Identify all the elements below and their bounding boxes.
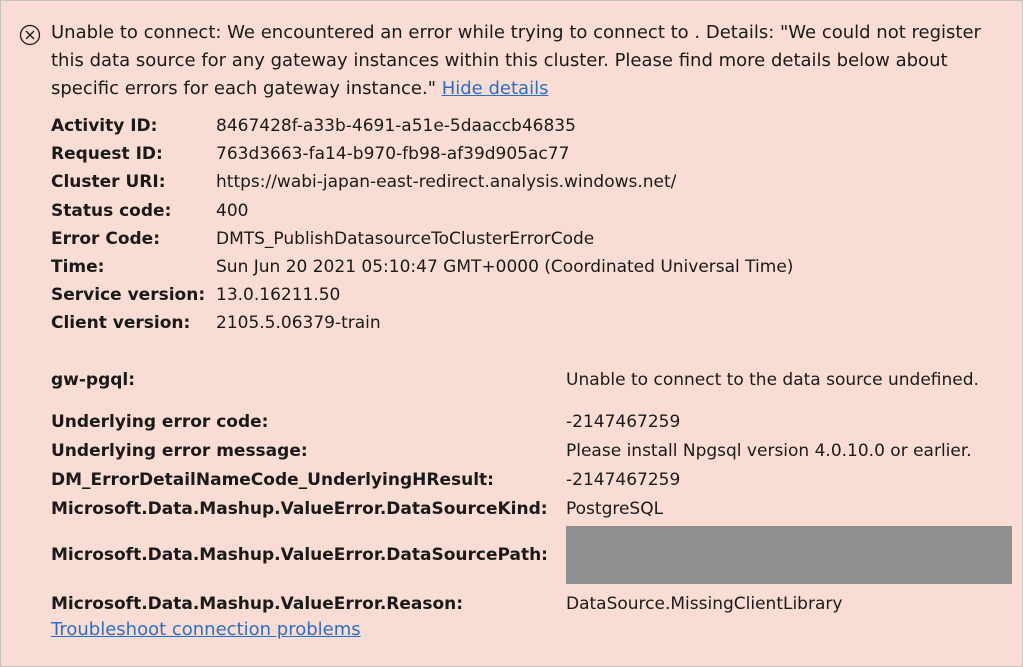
detail-row: Activity ID: 8467428f-a33b-4691-a51e-5da… (51, 112, 793, 140)
request-id-value: 763d3663-fa14-b970-fb98-af39d905ac77 (216, 144, 570, 165)
gateway-errors-table: gw-pgql: Unable to connect to the data s… (51, 352, 1012, 621)
gateway-row: Underlying error code: -2147467259 (51, 407, 1012, 436)
close-icon[interactable] (19, 24, 41, 46)
hresult-label: DM_ErrorDetailNameCode_UnderlyingHResult… (51, 469, 494, 490)
error-message: Unable to connect: We encountered an err… (51, 19, 1001, 103)
time-label: Time: (51, 257, 105, 278)
gateway-row: Microsoft.Data.Mashup.ValueError.Reason:… (51, 587, 1012, 621)
detail-row: Client version: 2105.5.06379-train (51, 309, 793, 337)
detail-row: Request ID: 763d3663-fa14-b970-fb98-af39… (51, 140, 793, 168)
gateway-row: DM_ErrorDetailNameCode_UnderlyingHResult… (51, 465, 1012, 494)
request-id-label: Request ID: (51, 144, 163, 165)
error-panel: Unable to connect: We encountered an err… (0, 0, 1023, 667)
client-version-value: 2105.5.06379-train (216, 313, 381, 334)
hresult-value: -2147467259 (566, 469, 681, 490)
datasource-path-value (566, 523, 1012, 587)
error-code-label: Error Code: (51, 228, 161, 249)
error-code-value: DMTS_PublishDatasourceToClusterErrorCode (216, 228, 595, 249)
gateway-row: gw-pgql: Unable to connect to the data s… (51, 352, 1012, 407)
gateway-name-value: Unable to connect to the data source und… (566, 369, 979, 390)
detail-row: Time: Sun Jun 20 2021 05:10:47 GMT+0000 … (51, 253, 793, 281)
reason-label: Microsoft.Data.Mashup.ValueError.Reason: (51, 594, 464, 614)
gateway-row: Microsoft.Data.Mashup.ValueError.DataSou… (51, 523, 1012, 587)
service-version-value: 13.0.16211.50 (216, 285, 341, 306)
service-version-label: Service version: (51, 285, 206, 306)
underlying-error-code-label: Underlying error code: (51, 411, 269, 432)
hide-details-link[interactable]: Hide details (442, 78, 549, 99)
reason-value: DataSource.MissingClientLibrary (566, 594, 843, 614)
detail-row: Cluster URI: https://wabi-japan-east-red… (51, 168, 793, 196)
gateway-row: Microsoft.Data.Mashup.ValueError.DataSou… (51, 494, 1012, 523)
time-value: Sun Jun 20 2021 05:10:47 GMT+0000 (Coord… (216, 257, 794, 278)
gateway-name-label: gw-pgql: (51, 369, 136, 390)
detail-row: Service version: 13.0.16211.50 (51, 281, 793, 309)
troubleshoot-link[interactable]: Troubleshoot connection problems (51, 619, 361, 640)
cluster-uri-value: https://wabi-japan-east-redirect.analysi… (216, 172, 677, 193)
activity-id-value: 8467428f-a33b-4691-a51e-5daaccb46835 (216, 116, 576, 137)
status-code-label: Status code: (51, 200, 172, 221)
detail-row: Error Code: DMTS_PublishDatasourceToClus… (51, 225, 793, 253)
datasource-kind-value: PostgreSQL (566, 498, 664, 519)
datasource-kind-label: Microsoft.Data.Mashup.ValueError.DataSou… (51, 498, 548, 519)
details-table: Activity ID: 8467428f-a33b-4691-a51e-5da… (51, 112, 793, 338)
gateway-row: Underlying error message: Please install… (51, 436, 1012, 465)
client-version-label: Client version: (51, 313, 191, 334)
cluster-uri-label: Cluster URI: (51, 172, 166, 193)
activity-id-label: Activity ID: (51, 116, 158, 137)
detail-row: Status code: 400 (51, 197, 793, 225)
underlying-error-message-label: Underlying error message: (51, 440, 308, 461)
status-code-value: 400 (216, 200, 249, 221)
datasource-path-label: Microsoft.Data.Mashup.ValueError.DataSou… (51, 545, 548, 565)
underlying-error-code-value: -2147467259 (566, 411, 681, 432)
redacted-block (566, 526, 1012, 584)
underlying-error-message-value: Please install Npgsql version 4.0.10.0 o… (566, 440, 972, 461)
